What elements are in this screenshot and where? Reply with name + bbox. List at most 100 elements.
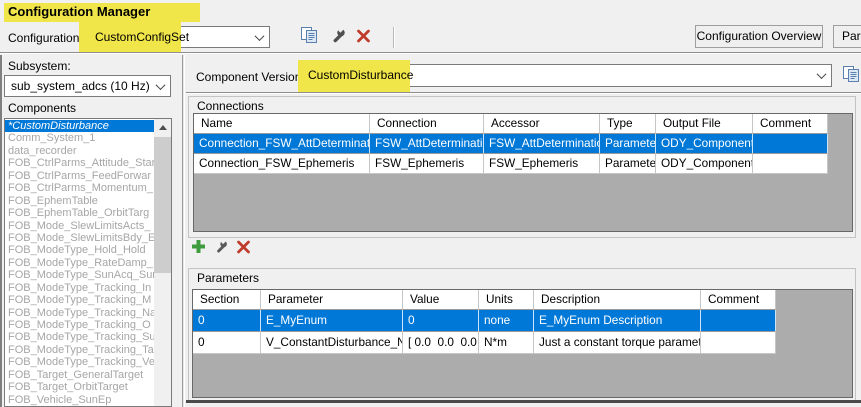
- table-cell[interactable]: Connection_FSW_Ephemeris: [194, 154, 370, 174]
- table-cell[interactable]: FSW_AttDetermination: [370, 134, 484, 154]
- component-list-item[interactable]: FOB_CtrlParms_Attitude_Star: [5, 157, 154, 169]
- table-cell[interactable]: 0: [193, 332, 261, 354]
- table-cell[interactable]: ODY_Components: [656, 154, 753, 174]
- component-list-item[interactable]: *CustomDisturbance: [5, 120, 154, 132]
- column-header[interactable]: Section: [193, 290, 261, 310]
- column-header[interactable]: Value: [403, 290, 479, 310]
- table-cell[interactable]: V_ConstantDisturbance_Nm: [261, 332, 403, 354]
- delete-configuration-button[interactable]: [355, 30, 371, 45]
- component-list-item[interactable]: FOB_Vehicle_SunEp: [5, 394, 154, 406]
- component-list-item[interactable]: FOB_ModeType_Tracking_Ta: [5, 344, 154, 356]
- column-header[interactable]: Output File: [656, 114, 753, 134]
- column-header[interactable]: Parameter: [261, 290, 403, 310]
- table-cell[interactable]: Parameter: [600, 154, 656, 174]
- component-list-item[interactable]: FOB_ModeType_Tracking_Ve: [5, 356, 154, 368]
- component-list-item[interactable]: FOB_EphemTable: [5, 195, 154, 207]
- component-list-item[interactable]: FOB_ModeType_Tracking_Na: [5, 307, 154, 319]
- edit-connection-button[interactable]: [214, 240, 228, 257]
- component-version-select[interactable]: CustomDisturbance: [301, 64, 832, 87]
- parameters-grid[interactable]: SectionParameterValueUnitsDescriptionCom…: [192, 289, 853, 398]
- table-cell[interactable]: FSW_Ephemeris: [370, 154, 484, 174]
- top-separator: [0, 52, 861, 54]
- table-cell[interactable]: Connection_FSW_AttDetermination: [194, 134, 370, 154]
- table-cell[interactable]: FSW_Ephemeris: [484, 154, 600, 174]
- chevron-down-icon[interactable]: [250, 28, 268, 46]
- copy-icon: [842, 66, 861, 86]
- table-cell[interactable]: [701, 310, 776, 332]
- chevron-down-icon[interactable]: [812, 66, 830, 85]
- component-list-item[interactable]: Comm_System_1: [5, 132, 154, 144]
- grid-header-row[interactable]: NameConnectionAccessorTypeOutput FileCom…: [194, 114, 852, 134]
- component-list-item[interactable]: FOB_CtrlParms_Momentum_: [5, 182, 154, 194]
- connections-grid[interactable]: NameConnectionAccessorTypeOutput FileCom…: [193, 113, 853, 232]
- component-list-item[interactable]: FOB_Target_GeneralTarget: [5, 369, 154, 381]
- components-label: Components: [8, 101, 76, 115]
- scrollbar-thumb[interactable]: [154, 137, 171, 273]
- table-row[interactable]: 0V_ConstantDisturbance_Nm[ 0.0 0.0 0.0 ]…: [193, 332, 852, 354]
- scroll-up-icon[interactable]: [154, 119, 171, 136]
- component-list-item[interactable]: FOB_EphemTable_OrbitTarg: [5, 207, 154, 219]
- component-list-item[interactable]: FOB_ModeType_SunAcq_Sun: [5, 269, 154, 281]
- panel-splitter[interactable]: [182, 55, 185, 407]
- table-cell[interactable]: E_MyEnum Description: [534, 310, 701, 332]
- component-list-item[interactable]: data_recorder: [5, 145, 154, 157]
- column-header[interactable]: Accessor: [484, 114, 600, 134]
- component-list-item[interactable]: FOB_ModeType_Tracking_Su: [5, 331, 154, 343]
- table-row[interactable]: Connection_FSW_EphemerisFSW_EphemerisFSW…: [194, 154, 852, 174]
- copy-configuration-button[interactable]: [298, 27, 320, 47]
- parameter-button-clipped[interactable]: Para: [833, 25, 861, 48]
- edit-configuration-button[interactable]: [329, 29, 347, 46]
- table-row[interactable]: 0E_MyEnum0noneE_MyEnum Description: [193, 310, 852, 332]
- connections-title: Connections: [197, 99, 264, 113]
- connections-toolbar: [191, 238, 271, 258]
- grid-header-row[interactable]: SectionParameterValueUnitsDescriptionCom…: [193, 290, 852, 310]
- table-cell[interactable]: Parameter: [600, 134, 656, 154]
- table-cell[interactable]: [ 0.0 0.0 0.0 ]: [403, 332, 479, 354]
- subsystem-label: Subsystem:: [8, 59, 71, 73]
- table-cell[interactable]: E_MyEnum: [261, 310, 403, 332]
- column-header[interactable]: Comment: [753, 114, 828, 134]
- table-cell[interactable]: N*m: [479, 332, 534, 354]
- column-header[interactable]: Description: [534, 290, 701, 310]
- component-list-item[interactable]: FOB_ModeType_Tracking_O: [5, 319, 154, 331]
- table-cell[interactable]: ODY_Components: [656, 134, 753, 154]
- table-cell[interactable]: none: [479, 310, 534, 332]
- table-cell[interactable]: Just a constant torque parameter: [534, 332, 701, 354]
- copy-component-button[interactable]: [840, 66, 861, 86]
- table-row[interactable]: Connection_FSW_AttDeterminationFSW_AttDe…: [194, 134, 852, 154]
- column-header[interactable]: Units: [479, 290, 534, 310]
- subsystem-select[interactable]: sub_system_adcs (10 Hz): [4, 75, 171, 97]
- component-list-item[interactable]: FOB_ModeType_Tracking_In: [5, 282, 154, 294]
- column-header[interactable]: Comment: [701, 290, 776, 310]
- table-cell[interactable]: [753, 134, 828, 154]
- table-cell[interactable]: 0: [403, 310, 479, 332]
- table-cell[interactable]: [701, 332, 776, 354]
- parameters-title: Parameters: [197, 271, 259, 285]
- component-list-item[interactable]: FOB_ModeType_Tracking_M: [5, 294, 154, 306]
- table-cell[interactable]: 0: [193, 310, 261, 332]
- left-edge-border: [0, 55, 2, 407]
- configuration-overview-button[interactable]: Configuration Overview: [695, 25, 823, 48]
- chevron-down-icon[interactable]: [151, 77, 169, 95]
- add-connection-button[interactable]: [191, 239, 206, 257]
- component-list-item[interactable]: FOB_Mode_SlewLimitsActs_: [5, 220, 154, 232]
- bottom-edge-border: [186, 400, 861, 403]
- component-list-item[interactable]: FOB_ModeType_RateDamp_: [5, 257, 154, 269]
- configuration-label: Configuration:: [8, 31, 83, 45]
- column-header[interactable]: Connection: [370, 114, 484, 134]
- delete-connection-button[interactable]: [236, 240, 251, 257]
- components-list[interactable]: *CustomDisturbanceComm_System_1data_reco…: [4, 118, 172, 407]
- column-header[interactable]: Name: [194, 114, 370, 134]
- component-list-item[interactable]: FOB_Target_OrbitTarget: [5, 381, 154, 393]
- configuration-select[interactable]: CustomConfigSet: [88, 26, 270, 48]
- table-cell[interactable]: FSW_AttDetermination: [484, 134, 600, 154]
- delete-x-icon: [356, 29, 371, 46]
- column-header[interactable]: Type: [600, 114, 656, 134]
- component-list-item[interactable]: FOB_Mode_SlewLimitsBdy_E: [5, 232, 154, 244]
- main-separator: [186, 92, 861, 94]
- component-list-item[interactable]: FOB_ModeType_Hold_Hold: [5, 244, 154, 256]
- component-list-item[interactable]: FOB_CtrlParms_FeedForwar: [5, 170, 154, 182]
- components-scrollbar[interactable]: [154, 119, 171, 406]
- configuration-select-value: CustomConfigSet: [89, 27, 269, 47]
- table-cell[interactable]: [753, 154, 828, 174]
